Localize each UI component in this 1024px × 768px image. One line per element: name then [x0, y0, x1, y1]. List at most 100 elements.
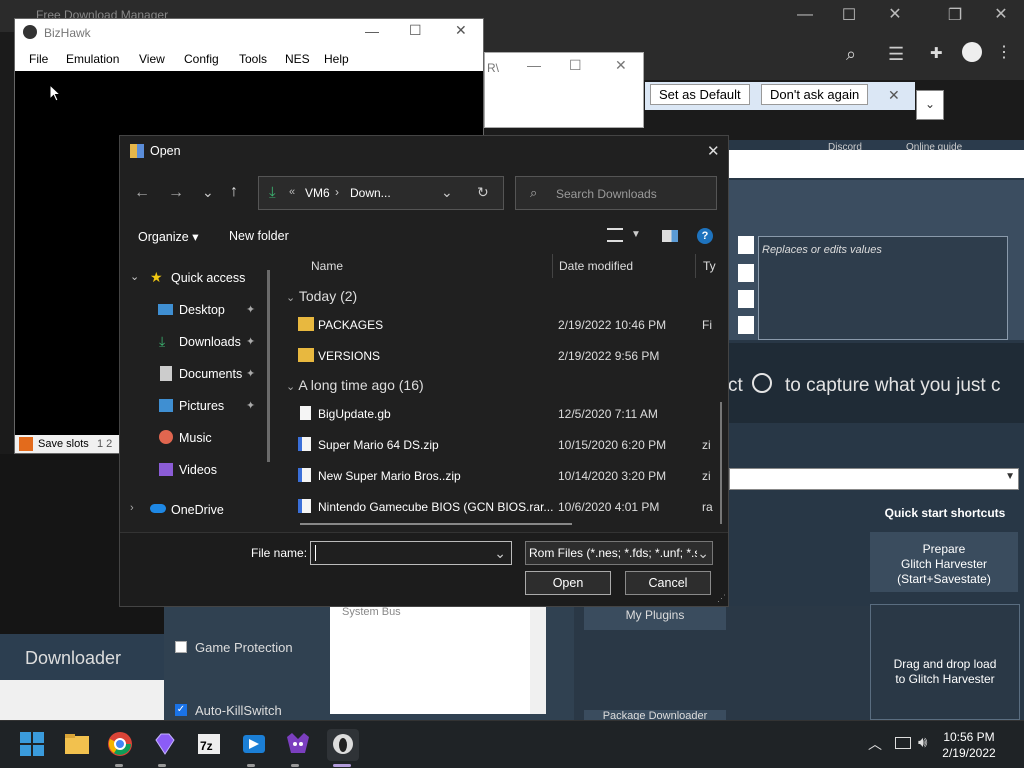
- nav-downloads[interactable]: ⤓ Downloads ✦: [120, 333, 265, 354]
- close-icon[interactable]: ✕: [615, 57, 627, 74]
- gem-icon[interactable]: [152, 731, 180, 759]
- file-row[interactable]: BigUpdate.gb 12/5/2020 7:11 AM: [280, 401, 720, 429]
- nav-music[interactable]: Music: [120, 430, 265, 450]
- extensions-icon[interactable]: ✚: [930, 44, 943, 62]
- nav-scrollbar[interactable]: [267, 270, 270, 462]
- search-icon[interactable]: ⌕: [846, 44, 856, 65]
- resize-grip-icon[interactable]: ⋰: [717, 593, 726, 604]
- file-row[interactable]: New Super Mario Bros..zip 10/14/2020 3:2…: [280, 463, 720, 491]
- back-arrow-icon[interactable]: ←: [134, 184, 150, 202]
- minimize-icon[interactable]: —: [527, 57, 541, 73]
- chevron-down-icon[interactable]: ▼: [631, 229, 641, 240]
- network-icon[interactable]: [895, 737, 911, 749]
- file-explorer-icon[interactable]: [64, 731, 92, 759]
- bizhawk-taskbar-icon[interactable]: [327, 729, 359, 761]
- maximize-icon[interactable]: ☐: [409, 22, 422, 39]
- my-plugins-button[interactable]: My Plugins: [584, 606, 726, 630]
- browser-dropdown[interactable]: ⌄: [916, 90, 944, 120]
- chrome-icon[interactable]: [107, 731, 135, 759]
- save-slots-numbers[interactable]: 1 2: [97, 438, 112, 450]
- column-divider[interactable]: [552, 254, 553, 278]
- list-scrollbar[interactable]: [530, 606, 546, 714]
- forward-arrow-icon[interactable]: →: [168, 184, 184, 202]
- horizontal-scrollbar[interactable]: [300, 523, 572, 525]
- browser-restore-button[interactable]: ❐: [940, 5, 970, 25]
- group-long-ago[interactable]: ⌄ A long time ago (16): [286, 377, 424, 393]
- nav-onedrive[interactable]: › OneDrive: [120, 502, 265, 522]
- nav-documents[interactable]: Documents ✦: [120, 366, 265, 386]
- recent-chevron-icon[interactable]: ⌄: [202, 184, 214, 201]
- menu-view[interactable]: View: [139, 52, 165, 66]
- pin-icon[interactable]: ✦: [246, 335, 255, 348]
- column-type-header[interactable]: Ty: [703, 259, 716, 273]
- dont-ask-button[interactable]: Don't ask again: [761, 84, 869, 105]
- menu-help[interactable]: Help: [324, 52, 349, 66]
- close-bar-icon[interactable]: ✕: [888, 87, 900, 104]
- browser-close-button[interactable]: ✕: [986, 4, 1016, 24]
- file-row[interactable]: VERSIONS 2/19/2022 9:56 PM: [280, 343, 720, 371]
- expand-chevron-icon[interactable]: ›: [130, 502, 134, 514]
- address-bar[interactable]: ⤓ « VM6 › Down... ⌄ ↻: [258, 176, 504, 210]
- auto-killswitch-checkbox[interactable]: ✓: [175, 704, 187, 716]
- pin-icon[interactable]: ✦: [246, 367, 255, 380]
- column-divider[interactable]: [695, 254, 696, 278]
- maximize-icon[interactable]: ☐: [569, 57, 582, 74]
- vertical-scrollbar[interactable]: [720, 402, 722, 524]
- fdm-close-button[interactable]: ✕: [880, 4, 910, 24]
- expand-chevron-icon[interactable]: ⌄: [130, 270, 139, 283]
- volume-icon[interactable]: 🔊︎: [918, 734, 927, 751]
- rtc-icon[interactable]: [285, 731, 313, 759]
- menu-icon[interactable]: ☰: [888, 44, 904, 65]
- overflow-icon[interactable]: «: [289, 186, 295, 198]
- stepper-2[interactable]: [738, 316, 754, 334]
- pin-icon[interactable]: ✦: [246, 399, 255, 412]
- refresh-icon[interactable]: ↻: [477, 184, 489, 201]
- file-type-filter[interactable]: Rom Files (*.nes; *.fds; *.unf; *.s ⌄: [525, 541, 713, 565]
- cancel-button[interactable]: Cancel: [625, 571, 711, 595]
- menu-file[interactable]: File: [29, 52, 48, 66]
- new-folder-button[interactable]: New folder: [229, 229, 289, 243]
- menu-config[interactable]: Config: [184, 52, 219, 66]
- up-arrow-icon[interactable]: ↑: [230, 183, 238, 201]
- preview-pane-icon[interactable]: [662, 230, 678, 242]
- path-segment-downloads[interactable]: Down...: [350, 186, 391, 200]
- rtc-combo[interactable]: ▼: [729, 468, 1019, 490]
- column-name-header[interactable]: Name: [311, 259, 343, 273]
- prepare-gh-button[interactable]: Prepare Glitch Harvester (Start+Savestat…: [870, 532, 1018, 592]
- search-box[interactable]: ⌕ Search Downloads: [515, 176, 717, 210]
- tray-chevron-up-icon[interactable]: ︿: [868, 734, 882, 754]
- 7zip-icon[interactable]: 7z: [196, 731, 224, 759]
- more-icon[interactable]: ⋮: [996, 42, 1012, 62]
- engine-dropdown[interactable]: [738, 236, 754, 254]
- filename-input[interactable]: ⌄: [310, 541, 512, 565]
- profile-icon[interactable]: [962, 42, 982, 62]
- clock[interactable]: 10:56 PM 2/19/2022: [934, 729, 1004, 761]
- help-icon[interactable]: ?: [697, 228, 713, 244]
- fdm-minimize-button[interactable]: —: [790, 6, 820, 24]
- intensity-dropdown[interactable]: [738, 264, 754, 282]
- chevron-down-icon[interactable]: ⌄: [441, 184, 453, 201]
- downloader-tab[interactable]: Downloader: [0, 634, 164, 680]
- stepper-1[interactable]: [738, 290, 754, 308]
- dialog-close-button[interactable]: ✕: [707, 142, 720, 160]
- set-default-button[interactable]: Set as Default: [650, 84, 750, 105]
- open-button[interactable]: Open: [525, 571, 611, 595]
- drag-drop-area[interactable]: Drag and drop load to Glitch Harvester: [870, 604, 1020, 720]
- file-row[interactable]: PACKAGES 2/19/2022 10:46 PM Fi: [280, 312, 720, 340]
- column-date-header[interactable]: Date modified: [559, 259, 633, 273]
- nav-pictures[interactable]: Pictures ✦: [120, 398, 265, 418]
- nav-videos[interactable]: Videos: [120, 462, 265, 482]
- group-today[interactable]: ⌄ Today (2): [286, 288, 357, 304]
- file-row[interactable]: Nintendo Gamecube BIOS (GCN BIOS.rar... …: [280, 494, 720, 522]
- nav-quick-access[interactable]: ⌄ ★ Quick access: [120, 269, 265, 290]
- view-options-icon[interactable]: [607, 228, 623, 242]
- menu-nes[interactable]: NES: [285, 52, 310, 66]
- arrow-app-icon[interactable]: [241, 731, 269, 759]
- close-icon[interactable]: ✕: [455, 22, 467, 39]
- nav-desktop[interactable]: Desktop ✦: [120, 302, 265, 322]
- menu-emulation[interactable]: Emulation: [66, 52, 119, 66]
- file-row[interactable]: Super Mario 64 DS.zip 10/15/2020 6:20 PM…: [280, 432, 720, 460]
- fdm-maximize-button[interactable]: ☐: [834, 5, 864, 25]
- windows-start-icon[interactable]: [19, 731, 47, 759]
- pin-icon[interactable]: ✦: [246, 303, 255, 316]
